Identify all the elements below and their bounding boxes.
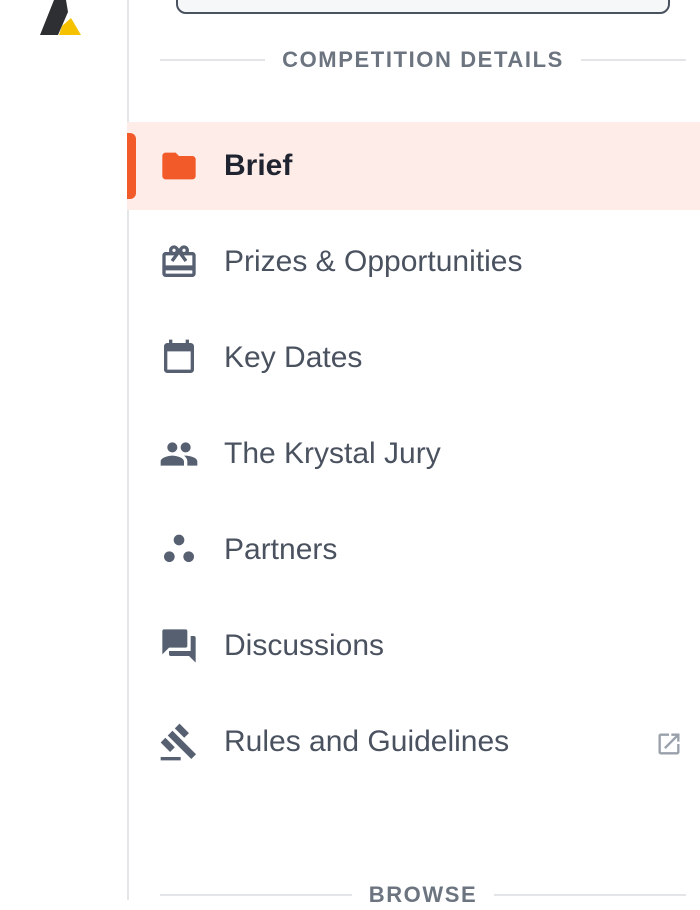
divider bbox=[160, 59, 266, 61]
left-rail bbox=[0, 0, 129, 900]
gavel-icon bbox=[159, 722, 199, 762]
divider bbox=[580, 59, 686, 61]
nav-item-label: Brief bbox=[224, 149, 293, 182]
nav-item-label: Prizes & Opportunities bbox=[224, 245, 523, 278]
nav-item-prizes-opportunities[interactable]: Prizes & Opportunities bbox=[127, 218, 700, 306]
section-heading-competition-details: COMPETITION DETAILS bbox=[160, 45, 686, 75]
search-box[interactable] bbox=[176, 0, 670, 14]
forum-icon bbox=[159, 626, 199, 666]
section-heading-label: BROWSE bbox=[368, 882, 478, 907]
section-heading-label: COMPETITION DETAILS bbox=[282, 47, 564, 72]
people-icon bbox=[159, 434, 199, 474]
brand-logo-icon[interactable] bbox=[38, 0, 90, 38]
folder-icon bbox=[159, 146, 199, 186]
nav-item-label: Partners bbox=[224, 533, 338, 566]
nav-item-label: Key Dates bbox=[224, 341, 363, 374]
calendar-icon bbox=[159, 338, 199, 378]
nav-item-label: Rules and Guidelines bbox=[224, 725, 510, 758]
nav-item-the-krystal-jury[interactable]: The Krystal Jury bbox=[127, 410, 700, 498]
nav-item-discussions[interactable]: Discussions bbox=[127, 602, 700, 690]
nav-item-label: Discussions bbox=[224, 629, 385, 662]
nav-item-brief[interactable]: Brief bbox=[127, 122, 700, 210]
divider bbox=[494, 894, 687, 896]
section-heading-browse: BROWSE bbox=[160, 880, 687, 910]
open-in-new-icon bbox=[655, 730, 683, 758]
divider bbox=[160, 894, 352, 896]
nav-item-label: The Krystal Jury bbox=[224, 437, 441, 470]
nav-item-partners[interactable]: Partners bbox=[127, 506, 700, 594]
nav-item-key-dates[interactable]: Key Dates bbox=[127, 314, 700, 402]
competition-details-nav: Brief Prizes & Opportunities Key Dates T… bbox=[127, 122, 700, 794]
nav-item-rules-and-guidelines[interactable]: Rules and Guidelines bbox=[127, 698, 700, 786]
bubble-chart-icon bbox=[159, 530, 199, 570]
gift-card-icon bbox=[159, 242, 199, 282]
